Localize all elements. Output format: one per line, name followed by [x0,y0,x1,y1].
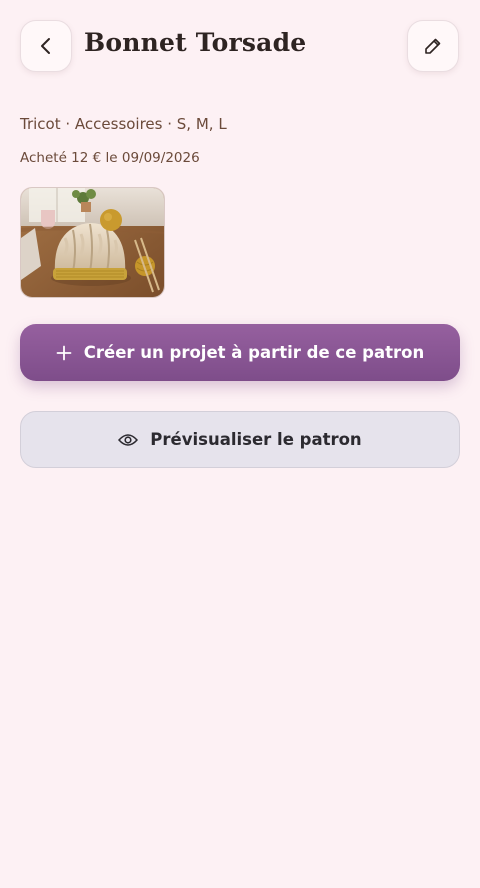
eye-icon [118,433,139,447]
create-project-label: Créer un projet à partir de ce patron [83,343,425,362]
preview-pattern-label: Prévisualiser le patron [150,430,362,449]
pattern-thumbnail[interactable] [20,187,165,298]
create-project-button[interactable]: Créer un projet à partir de ce patron [20,324,460,381]
page-title: Bonnet Torsade [84,28,307,57]
plus-icon [56,345,72,361]
purchase-info: Acheté 12 € le 09/09/2026 [20,150,200,166]
pattern-detail-screen: Bonnet Torsade Tricot · Accessoires · S,… [0,0,480,888]
preview-pattern-button[interactable]: Prévisualiser le patron [20,411,460,468]
chevron-left-icon [36,36,56,56]
edit-button[interactable] [407,20,459,72]
beanie-photo-illustration [21,188,164,297]
pencil-icon [424,37,442,55]
pattern-category-line: Tricot · Accessoires · S, M, L [20,115,227,133]
back-button[interactable] [20,20,72,72]
